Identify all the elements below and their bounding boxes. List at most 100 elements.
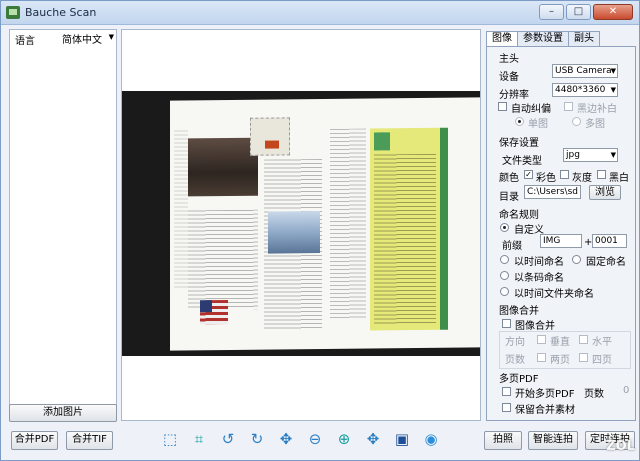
merge-pdf-button[interactable]: 合并PDF bbox=[11, 431, 58, 450]
color-option-gray: 灰度 bbox=[572, 173, 592, 184]
border-fill-checkbox[interactable] bbox=[564, 102, 573, 111]
by-time-label: 以时间命名 bbox=[514, 257, 564, 268]
tab-secondary-camera[interactable]: 副头 bbox=[568, 31, 600, 46]
number-field[interactable]: 0001 bbox=[592, 234, 627, 248]
by-barcode-radio[interactable] bbox=[500, 271, 509, 280]
color-checkbox[interactable]: ✓ bbox=[524, 170, 533, 179]
app-window: Bauche Scan – □ ✕ 语言 简体中文 ▼ 添加图片 合并PDF 合… bbox=[0, 0, 640, 461]
vertical-label: 垂直 bbox=[550, 337, 570, 348]
filetype-select[interactable]: jpg ▼ bbox=[563, 148, 618, 162]
merge-label: 图像合并 bbox=[515, 321, 555, 332]
by-time-radio[interactable] bbox=[500, 255, 509, 264]
border-fill-label: 黑边补白 bbox=[577, 104, 617, 115]
fixed-name-radio[interactable] bbox=[572, 255, 581, 264]
minimize-button[interactable]: – bbox=[539, 4, 564, 20]
chevron-down-icon: ▼ bbox=[610, 86, 616, 94]
by-folder-label: 以时间文件夹命名 bbox=[514, 289, 594, 300]
single-label: 单图 bbox=[528, 119, 548, 130]
gray-checkbox[interactable] bbox=[560, 170, 569, 179]
custom-radio[interactable] bbox=[500, 223, 509, 232]
directory-field[interactable]: C:\Users\sd bbox=[524, 185, 581, 199]
vertical-checkbox[interactable] bbox=[537, 335, 546, 344]
rotate-left-icon[interactable]: ↺ bbox=[217, 429, 239, 449]
deskew-label: 自动纠偏 bbox=[511, 104, 551, 115]
zoom-out-icon[interactable]: ⊖ bbox=[304, 429, 326, 449]
thumbnail-panel[interactable]: 语言 简体中文 ▼ bbox=[9, 29, 117, 421]
pages-label: 页数 bbox=[505, 355, 525, 366]
film-icon[interactable]: ▣ bbox=[391, 429, 413, 449]
scanned-image bbox=[122, 91, 480, 356]
tab-parameters[interactable]: 参数设置 bbox=[517, 31, 569, 46]
keep-materials-label: 保留合并素材 bbox=[515, 405, 575, 416]
chevron-down-icon: ▼ bbox=[610, 67, 616, 75]
multi-label: 多图 bbox=[585, 119, 605, 130]
filetype-value: jpg bbox=[566, 150, 580, 160]
title-bar: Bauche Scan – □ ✕ bbox=[1, 1, 639, 25]
two-pages-label: 两页 bbox=[550, 355, 570, 366]
language-value: 简体中文 bbox=[62, 35, 102, 46]
actual-size-icon[interactable]: ✥ bbox=[362, 429, 384, 449]
multi-radio[interactable] bbox=[572, 117, 581, 126]
bw-checkbox[interactable] bbox=[597, 170, 606, 179]
horizontal-checkbox[interactable] bbox=[579, 335, 588, 344]
color-option-color: 彩色 bbox=[536, 173, 556, 184]
merge-checkbox[interactable] bbox=[502, 319, 511, 328]
save-settings-label: 保存设置 bbox=[499, 138, 539, 149]
device-select[interactable]: USB Camera ▼ bbox=[552, 64, 618, 78]
app-icon bbox=[6, 6, 20, 19]
scan-preview[interactable] bbox=[121, 29, 481, 421]
multipdf-section-label: 多页PDF bbox=[499, 374, 539, 385]
resolution-label: 分辨率 bbox=[499, 90, 529, 101]
maximize-button[interactable]: □ bbox=[566, 4, 591, 20]
add-image-button[interactable]: 添加图片 bbox=[9, 404, 117, 422]
settings-panel: 图像 参数设置 副头 主头 设备 USB Camera ▼ 分辨率 4480*33… bbox=[484, 29, 636, 421]
select-icon[interactable]: ⬚ bbox=[159, 429, 181, 449]
close-button[interactable]: ✕ bbox=[593, 4, 633, 20]
rotate-right-icon[interactable]: ↻ bbox=[246, 429, 268, 449]
crop-icon[interactable]: ⌗ bbox=[188, 429, 210, 449]
chevron-down-icon: ▼ bbox=[610, 151, 616, 159]
document-image bbox=[170, 97, 480, 351]
watermark-logo: ZOL bbox=[606, 439, 635, 454]
horizontal-label: 水平 bbox=[592, 337, 612, 348]
main-camera-label: 主头 bbox=[499, 54, 519, 65]
multipdf-start-label: 开始多页PDF bbox=[515, 389, 575, 400]
capture-button[interactable]: 拍照 bbox=[484, 431, 522, 450]
naming-rule-label: 命名规则 bbox=[499, 210, 539, 221]
merge-tif-button[interactable]: 合并TIF bbox=[66, 431, 113, 450]
four-pages-label: 四页 bbox=[592, 355, 612, 366]
color-option-bw: 黑白 bbox=[609, 173, 629, 184]
browse-button[interactable]: 浏览 bbox=[589, 185, 621, 200]
multipdf-checkbox[interactable] bbox=[502, 387, 511, 396]
device-label: 设备 bbox=[499, 72, 519, 83]
direction-label: 方向 bbox=[505, 337, 525, 348]
by-barcode-label: 以条码命名 bbox=[514, 273, 564, 284]
zoom-in-icon[interactable]: ⊕ bbox=[333, 429, 355, 449]
merge-section-label: 图像合并 bbox=[499, 306, 539, 317]
resolution-value: 4480*3360 bbox=[555, 85, 606, 95]
fit-icon[interactable]: ✥ bbox=[275, 429, 297, 449]
multipdf-pages-label: 页数 bbox=[584, 389, 604, 400]
four-pages-checkbox[interactable] bbox=[579, 353, 588, 362]
single-radio[interactable] bbox=[515, 117, 524, 126]
deskew-checkbox[interactable] bbox=[498, 102, 507, 111]
device-value: USB Camera bbox=[555, 66, 612, 76]
image-toolbar: ⬚ ⌗ ↺ ↻ ✥ ⊖ ⊕ ✥ ▣ ◉ bbox=[159, 429, 442, 449]
prefix-field[interactable]: IMG bbox=[540, 234, 582, 248]
two-pages-checkbox[interactable] bbox=[537, 353, 546, 362]
fixed-name-label: 固定命名 bbox=[586, 257, 626, 268]
language-select[interactable]: 简体中文 ▼ bbox=[62, 31, 114, 46]
language-label: 语言 bbox=[15, 36, 35, 47]
multipdf-pages-value: 0 bbox=[623, 385, 630, 396]
smart-burst-button[interactable]: 智能连拍 bbox=[528, 431, 578, 450]
window-title: Bauche Scan bbox=[25, 6, 97, 19]
tab-image[interactable]: 图像 bbox=[486, 31, 518, 47]
chevron-down-icon: ▼ bbox=[108, 33, 114, 41]
filetype-label: 文件类型 bbox=[502, 156, 542, 167]
resolution-select[interactable]: 4480*3360 ▼ bbox=[552, 83, 618, 97]
color-label: 颜色 bbox=[499, 173, 519, 184]
tab-body: 主头 设备 USB Camera ▼ 分辨率 4480*3360 ▼ 自动纠偏 黑边… bbox=[486, 46, 636, 421]
keep-materials-checkbox[interactable] bbox=[502, 403, 511, 412]
record-icon[interactable]: ◉ bbox=[420, 429, 442, 449]
by-folder-radio[interactable] bbox=[500, 287, 509, 296]
